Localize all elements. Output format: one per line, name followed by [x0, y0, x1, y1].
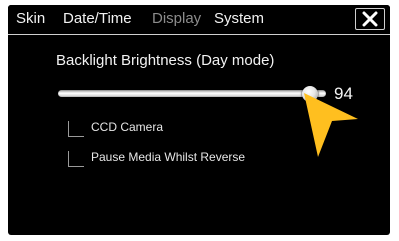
slider-track[interactable]	[58, 90, 326, 97]
tab-date-time[interactable]: Date/Time	[63, 10, 132, 27]
pause-media-label: Pause Media Whilst Reverse	[91, 150, 246, 164]
backlight-brightness-slider[interactable]	[58, 85, 326, 103]
tab-bar: Skin Date/Time Display System	[8, 5, 390, 33]
pause-media-checkbox[interactable]	[68, 151, 84, 167]
close-icon	[362, 11, 378, 27]
ccd-camera-label: CCD Camera	[91, 120, 164, 134]
settings-screen: Skin Date/Time Display System Backlight …	[8, 5, 390, 235]
tab-skin[interactable]: Skin	[16, 10, 45, 27]
backlight-brightness-label: Backlight Brightness (Day mode)	[56, 52, 275, 69]
ccd-camera-checkbox[interactable]	[68, 121, 84, 137]
tab-display[interactable]: Display	[152, 10, 201, 27]
tab-system[interactable]: System	[214, 10, 264, 27]
tab-divider	[8, 34, 390, 35]
close-button[interactable]	[355, 8, 385, 30]
pointer-arrow-icon	[304, 93, 358, 157]
